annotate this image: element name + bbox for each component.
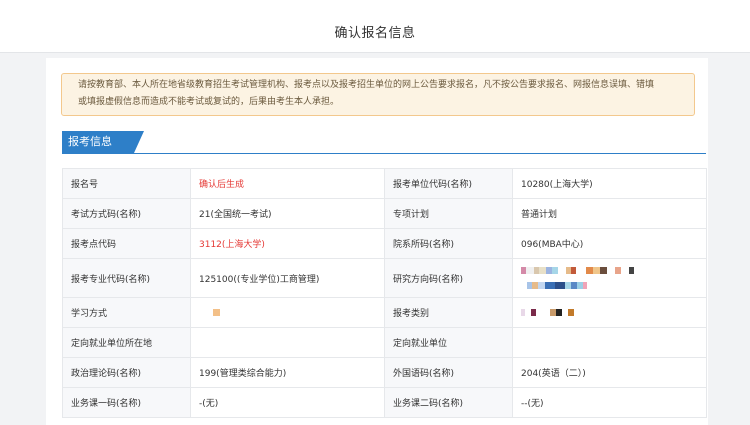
label-research-direction: 研究方向码(名称)	[384, 258, 513, 298]
table-row: 考试方式码(名称) 21(全国统一考试) 专项计划 普通计划	[62, 198, 707, 229]
label-department-code: 院系所码(名称)	[384, 228, 513, 259]
value-special-plan: 普通计划	[512, 198, 707, 229]
label-course1-code: 业务课一码(名称)	[62, 387, 191, 418]
label-major-code: 报考专业代码(名称)	[62, 258, 191, 298]
table-row: 报考点代码 3112(上海大学) 院系所码(名称) 096(MBA中心)	[62, 228, 707, 259]
registration-info-table: 报名号 确认后生成 报考单位代码(名称) 10280(上海大学) 考试方式码(名…	[62, 168, 707, 418]
page-title: 确认报名信息	[334, 26, 416, 41]
value-exam-method: 21(全国统一考试)	[190, 198, 385, 229]
label-study-mode: 学习方式	[62, 297, 191, 328]
value-employer-location	[190, 327, 385, 358]
value-employer	[512, 327, 707, 358]
table-row: 业务课一码(名称) -(无) 业务课二码(名称) --(无)	[62, 387, 707, 418]
label-institution-code: 报考单位代码(名称)	[384, 168, 513, 199]
section-divider	[62, 153, 706, 154]
label-employer: 定向就业单位	[384, 327, 513, 358]
label-exam-method: 考试方式码(名称)	[62, 198, 191, 229]
value-course2-code: --(无)	[512, 387, 707, 418]
value-study-mode-redacted	[190, 297, 385, 328]
table-row: 学习方式 报考类别	[62, 297, 707, 328]
table-row: 报名号 确认后生成 报考单位代码(名称) 10280(上海大学)	[62, 168, 707, 199]
value-department-code: 096(MBA中心)	[512, 228, 707, 259]
notice-box: 请按教育部、本人所在地省级教育招生考试管理机构、报考点以及报考招生单位的网上公告…	[61, 73, 695, 116]
label-foreign-language-code: 外国语码(名称)	[384, 357, 513, 388]
value-institution-code: 10280(上海大学)	[512, 168, 707, 199]
notice-line-1: 请按教育部、本人所在地省级教育招生考试管理机构、报考点以及报考招生单位的网上公告…	[78, 80, 655, 90]
notice-line-2: 或填报虚假信息而造成不能考试或复试的，后果由考生本人承担。	[78, 97, 340, 107]
value-foreign-language-code: 204(英语（二）)	[512, 357, 707, 388]
value-politics-code: 199(管理类综合能力)	[190, 357, 385, 388]
label-exam-site-code: 报考点代码	[62, 228, 191, 259]
value-exam-category-redacted	[512, 297, 707, 328]
value-major-code: 125100((专业学位)工商管理)	[190, 258, 385, 298]
label-exam-category: 报考类别	[384, 297, 513, 328]
redacted-pixels	[521, 265, 698, 277]
value-course1-code: -(无)	[190, 387, 385, 418]
label-registration-number: 报名号	[62, 168, 191, 199]
label-special-plan: 专项计划	[384, 198, 513, 229]
value-registration-number: 确认后生成	[190, 168, 385, 199]
section-header: 报考信息	[62, 131, 706, 155]
section-title: 报考信息	[62, 131, 144, 153]
table-row: 报考专业代码(名称) 125100((专业学位)工商管理) 研究方向码(名称)	[62, 258, 707, 298]
label-politics-code: 政治理论码(名称)	[62, 357, 191, 388]
table-row: 政治理论码(名称) 199(管理类综合能力) 外国语码(名称) 204(英语（二…	[62, 357, 707, 388]
label-course2-code: 业务课二码(名称)	[384, 387, 513, 418]
value-research-direction-redacted	[512, 258, 707, 298]
label-employer-location: 定向就业单位所在地	[62, 327, 191, 358]
value-exam-site-code: 3112(上海大学)	[190, 228, 385, 259]
table-row: 定向就业单位所在地 定向就业单位	[62, 327, 707, 358]
redacted-pixels	[521, 280, 698, 292]
